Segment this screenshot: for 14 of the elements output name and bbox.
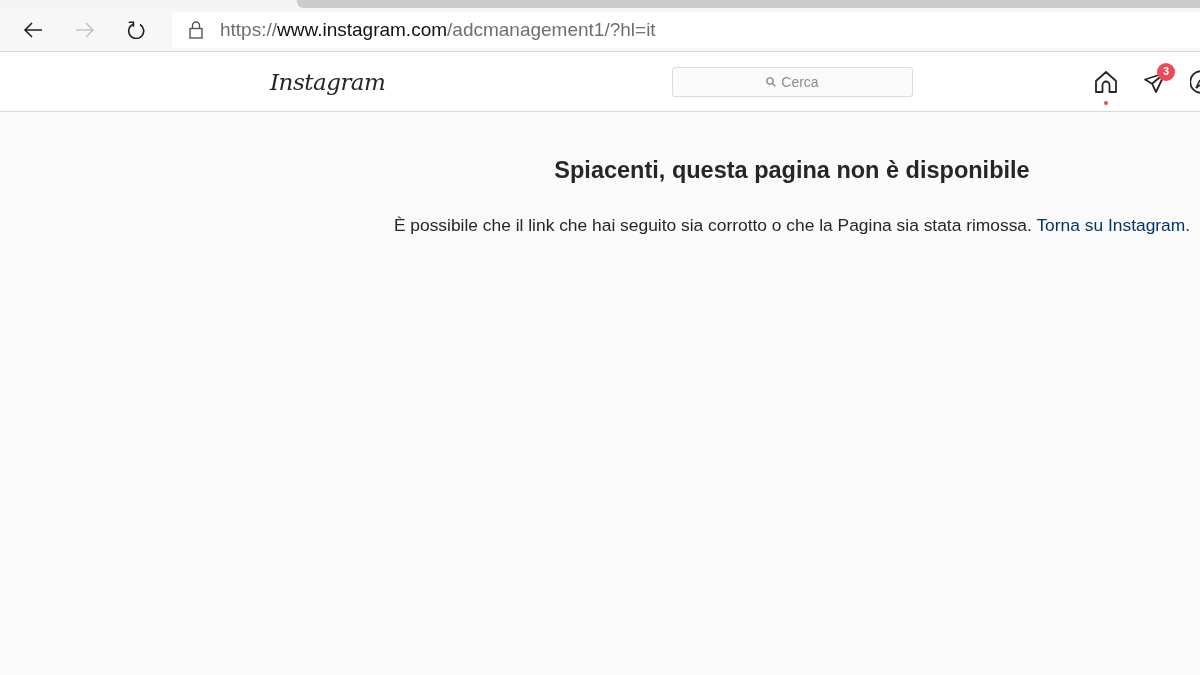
instagram-logo[interactable]: Instagram [270,68,386,95]
error-title: Spiacenti, questa pagina non è disponibile [553,156,1031,184]
explore-button[interactable] [1190,69,1200,94]
search-icon [766,76,777,87]
home-icon [1094,69,1118,94]
address-field[interactable]: https://www.instagram.com/adcmanagement1/?hl=it [172,11,1200,48]
forward-arrow-icon [75,20,95,39]
error-message: È possibile che il link che hai seguito sia corrotto o che la Pagina sia stata rimossa. Torna su Instagram. [392,215,1192,235]
compass-icon [1190,69,1200,94]
back-to-instagram-link[interactable]: Torna su Instagram. [1036,215,1191,235]
notification-count: 3 [1157,62,1175,81]
lock-icon [189,20,203,39]
back-arrow-icon [23,20,43,39]
reload-icon [127,20,147,39]
